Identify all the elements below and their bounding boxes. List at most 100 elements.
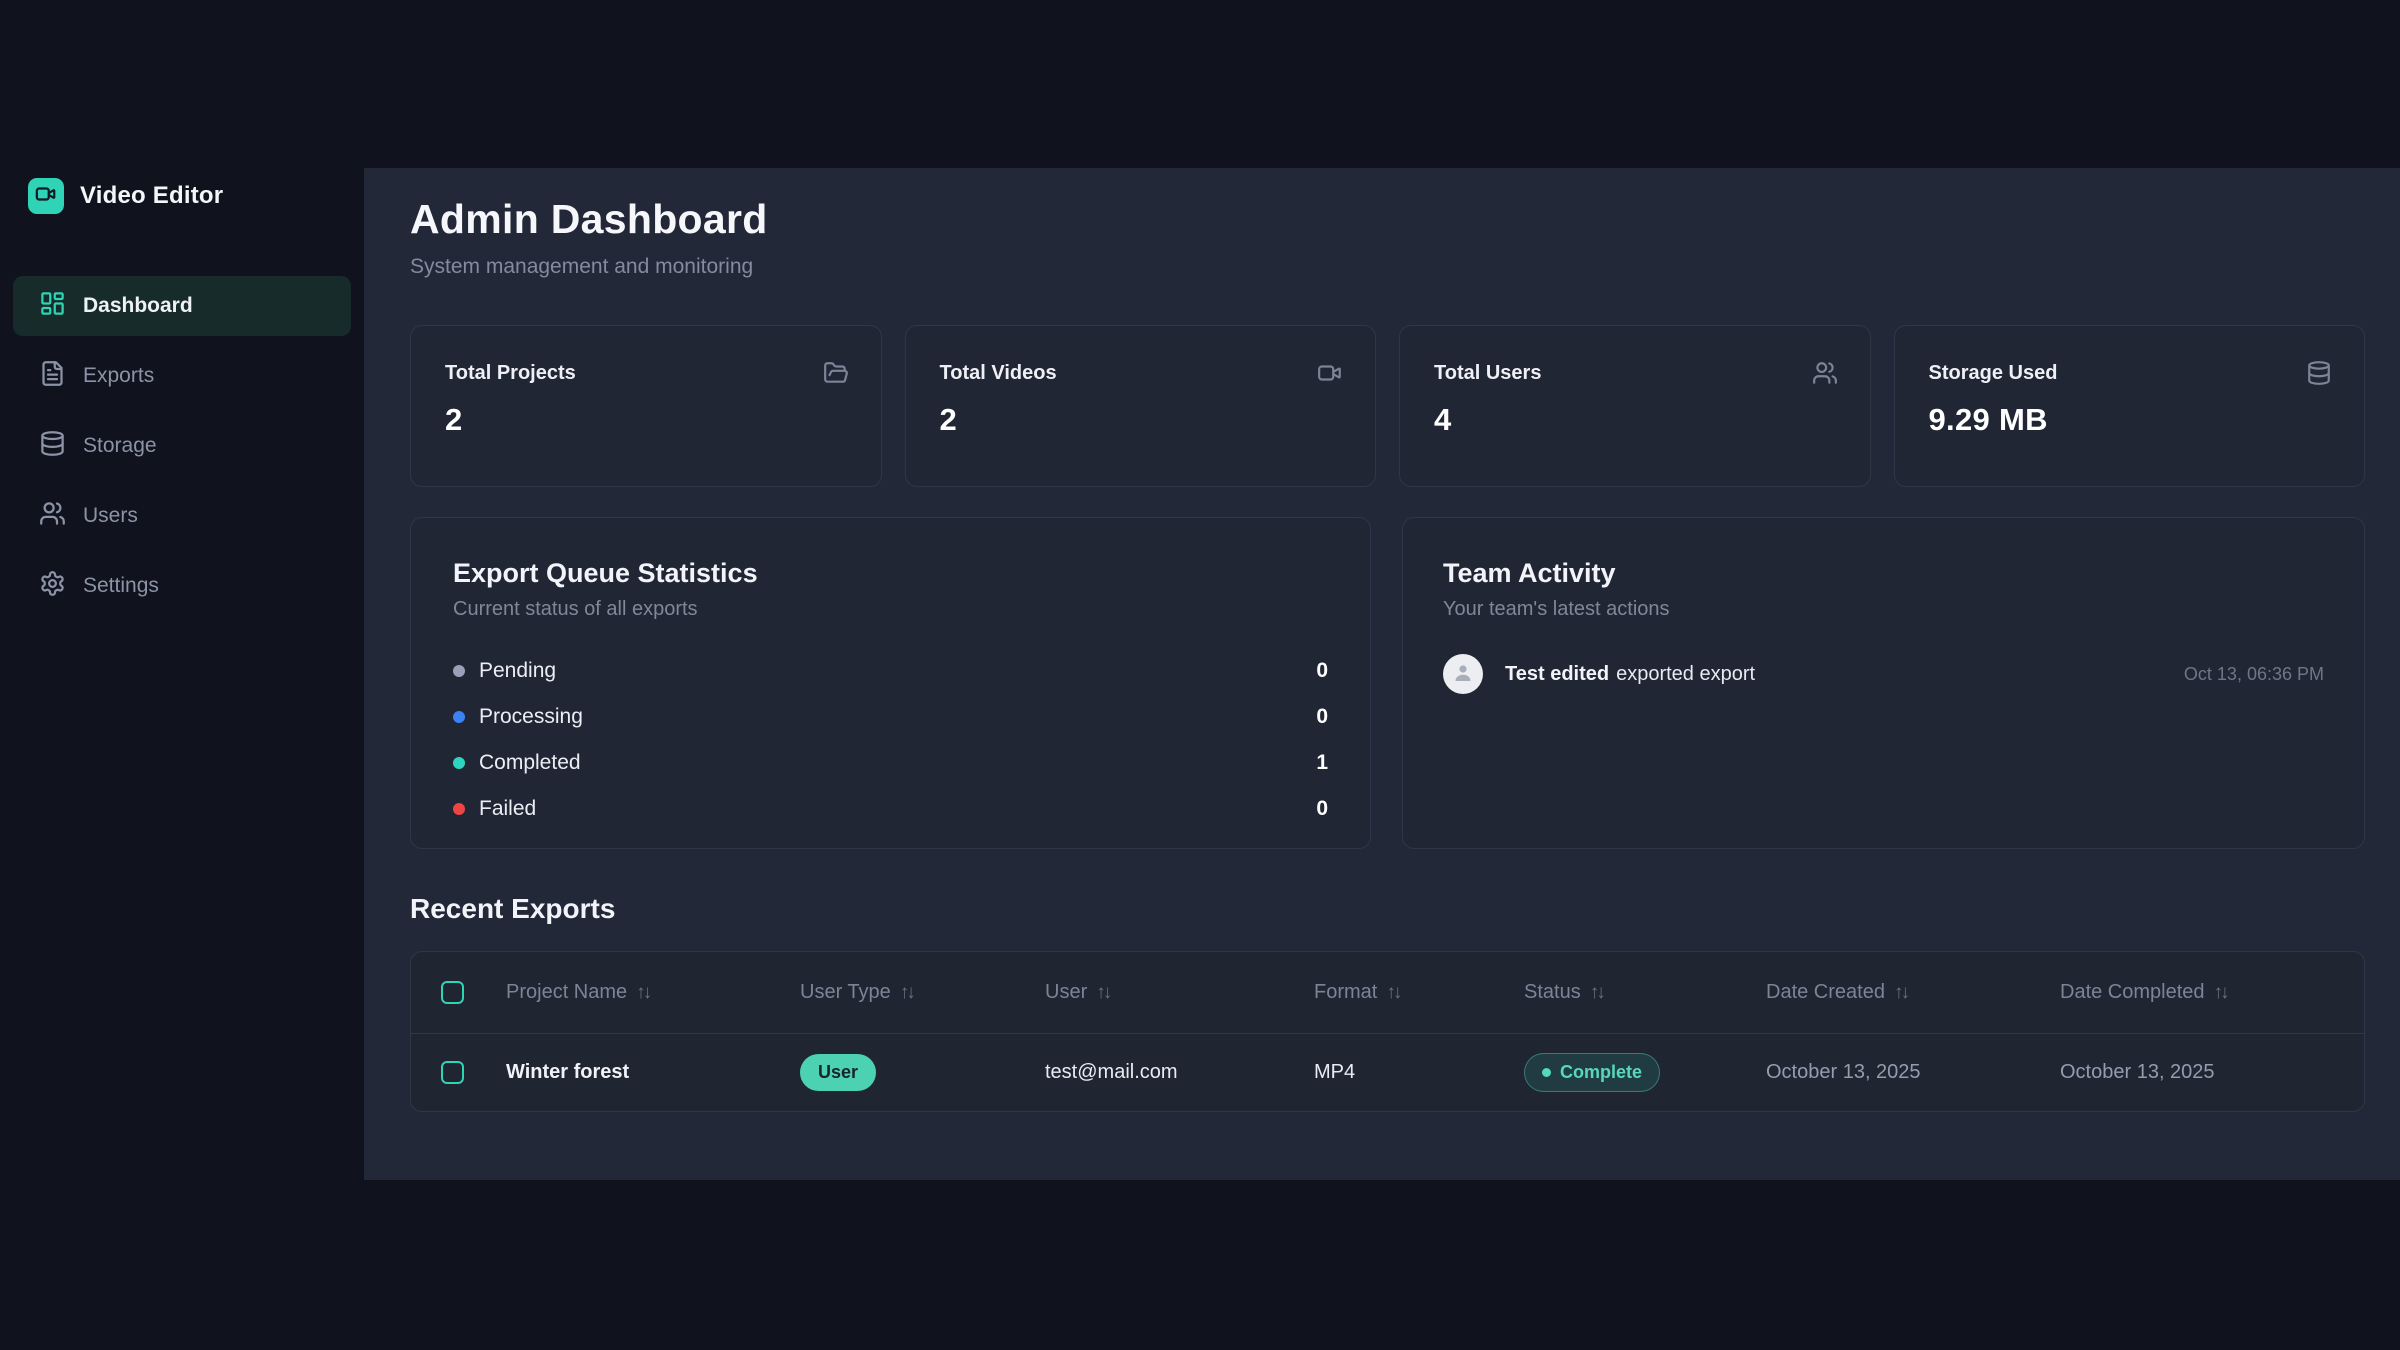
- stat-card-total-projects: Total Projects 2: [410, 325, 882, 487]
- queue-label: Processing: [479, 705, 583, 729]
- status-dot-complete-icon: [1542, 1068, 1551, 1077]
- status-dot-processing: [453, 711, 465, 723]
- stat-value: 9.29 MB: [1929, 402, 2331, 438]
- column-header-project-name[interactable]: Project Name ↑↓: [506, 981, 800, 1004]
- app-title: Video Editor: [80, 182, 223, 210]
- main-panel: Admin Dashboard System management and mo…: [364, 168, 2400, 1180]
- stat-value: 2: [445, 402, 847, 438]
- video-camera-icon: [35, 183, 57, 210]
- table-header-row: Project Name ↑↓ User Type ↑↓ User ↑↓ For…: [411, 952, 2364, 1034]
- status-label: Complete: [1560, 1062, 1642, 1083]
- users-icon: [39, 500, 66, 533]
- sidebar-item-label: Settings: [83, 574, 159, 598]
- team-activity-title: Team Activity: [1443, 558, 2324, 589]
- cell-date-created: October 13, 2025: [1766, 1061, 2060, 1084]
- column-header-user-type[interactable]: User Type ↑↓: [800, 981, 1045, 1004]
- column-label: Date Completed: [2060, 981, 2205, 1004]
- export-queue-card: Export Queue Statistics Current status o…: [410, 517, 1371, 849]
- queue-label: Failed: [479, 797, 536, 821]
- row-checkbox[interactable]: [441, 1061, 464, 1084]
- stat-label: Total Projects: [445, 362, 847, 385]
- column-header-user[interactable]: User ↑↓: [1045, 981, 1314, 1004]
- user-type-badge: User: [800, 1054, 876, 1091]
- sort-arrows-icon: ↑↓: [636, 982, 649, 1004]
- sidebar-item-storage[interactable]: Storage: [13, 416, 351, 476]
- app-logo: [28, 178, 64, 214]
- activity-action: exported export: [1616, 663, 1755, 686]
- gear-icon: [39, 570, 66, 603]
- recent-exports-table: Project Name ↑↓ User Type ↑↓ User ↑↓ For…: [410, 951, 2365, 1112]
- stat-label: Total Users: [1434, 362, 1836, 385]
- queue-row-completed: Completed 1: [453, 740, 1328, 786]
- cell-user-email: test@mail.com: [1045, 1061, 1314, 1084]
- export-queue-title: Export Queue Statistics: [453, 558, 1328, 589]
- queue-value: 0: [1316, 659, 1328, 683]
- column-label: Project Name: [506, 981, 627, 1004]
- cell-format: MP4: [1314, 1061, 1524, 1084]
- column-label: User: [1045, 981, 1087, 1004]
- mid-row: Export Queue Statistics Current status o…: [410, 517, 2365, 849]
- column-header-date-completed[interactable]: Date Completed ↑↓: [2060, 981, 2364, 1004]
- team-activity-subtitle: Your team's latest actions: [1443, 598, 2324, 621]
- cell-status: Complete: [1524, 1053, 1766, 1092]
- stat-label: Total Videos: [940, 362, 1342, 385]
- sidebar-item-label: Storage: [83, 434, 157, 458]
- stat-value: 2: [940, 402, 1342, 438]
- stat-value: 4: [1434, 402, 1836, 438]
- page-title: Admin Dashboard: [410, 196, 2365, 243]
- column-label: Date Created: [1766, 981, 1885, 1004]
- dashboard-grid-icon: [39, 290, 66, 323]
- status-complete-badge: Complete: [1524, 1053, 1660, 1092]
- cell-date-completed: October 13, 2025: [2060, 1061, 2364, 1084]
- stat-card-total-users: Total Users 4: [1399, 325, 1871, 487]
- queue-row-failed: Failed 0: [453, 786, 1328, 832]
- avatar: [1443, 654, 1483, 694]
- database-icon: [39, 430, 66, 463]
- sort-arrows-icon: ↑↓: [1894, 982, 1907, 1004]
- sidebar-item-exports[interactable]: Exports: [13, 346, 351, 406]
- sidebar-item-settings[interactable]: Settings: [13, 556, 351, 616]
- status-dot-failed: [453, 803, 465, 815]
- sidebar-item-dashboard[interactable]: Dashboard: [13, 276, 351, 336]
- sidebar-item-label: Exports: [83, 364, 154, 388]
- row-checkbox-cell: [411, 1061, 506, 1084]
- cell-project-name: Winter forest: [506, 1061, 800, 1084]
- activity-actor: Test edited: [1505, 663, 1609, 686]
- select-all-checkbox[interactable]: [441, 981, 464, 1004]
- sidebar-item-users[interactable]: Users: [13, 486, 351, 546]
- sort-arrows-icon: ↑↓: [2214, 982, 2227, 1004]
- stats-row: Total Projects 2 Total Videos 2 Total Us…: [410, 325, 2365, 487]
- activity-item: Test edited exported export Oct 13, 06:3…: [1443, 654, 2324, 694]
- sort-arrows-icon: ↑↓: [1590, 982, 1603, 1004]
- file-text-icon: [39, 360, 66, 393]
- stat-label: Storage Used: [1929, 362, 2331, 385]
- database-icon: [2306, 360, 2332, 391]
- table-row[interactable]: Winter forest User test@mail.com MP4 Com…: [411, 1034, 2364, 1111]
- cell-user-type: User: [800, 1054, 1045, 1091]
- status-dot-pending: [453, 665, 465, 677]
- recent-exports-title: Recent Exports: [410, 893, 2365, 925]
- sidebar-item-label: Users: [83, 504, 138, 528]
- column-header-date-created[interactable]: Date Created ↑↓: [1766, 981, 2060, 1004]
- team-activity-card: Team Activity Your team's latest actions…: [1402, 517, 2365, 849]
- column-label: User Type: [800, 981, 891, 1004]
- queue-value: 0: [1316, 705, 1328, 729]
- column-label: Format: [1314, 981, 1377, 1004]
- activity-text: Test edited exported export: [1505, 663, 1755, 686]
- stat-card-storage-used: Storage Used 9.29 MB: [1894, 325, 2366, 487]
- video-camera-icon: [1317, 360, 1343, 391]
- export-queue-list: Pending 0 Processing 0 Completed 1 Faile…: [453, 648, 1328, 832]
- queue-label: Pending: [479, 659, 556, 683]
- queue-row-processing: Processing 0: [453, 694, 1328, 740]
- stat-card-total-videos: Total Videos 2: [905, 325, 1377, 487]
- column-header-format[interactable]: Format ↑↓: [1314, 981, 1524, 1004]
- sidebar: Video Editor Dashboard Exports: [0, 0, 364, 1350]
- sidebar-item-label: Dashboard: [83, 294, 193, 318]
- sort-arrows-icon: ↑↓: [1386, 982, 1399, 1004]
- column-header-status[interactable]: Status ↑↓: [1524, 981, 1766, 1004]
- queue-value: 1: [1316, 751, 1328, 775]
- folder-open-icon: [823, 360, 849, 391]
- queue-value: 0: [1316, 797, 1328, 821]
- queue-label: Completed: [479, 751, 581, 775]
- person-icon: [1451, 660, 1475, 689]
